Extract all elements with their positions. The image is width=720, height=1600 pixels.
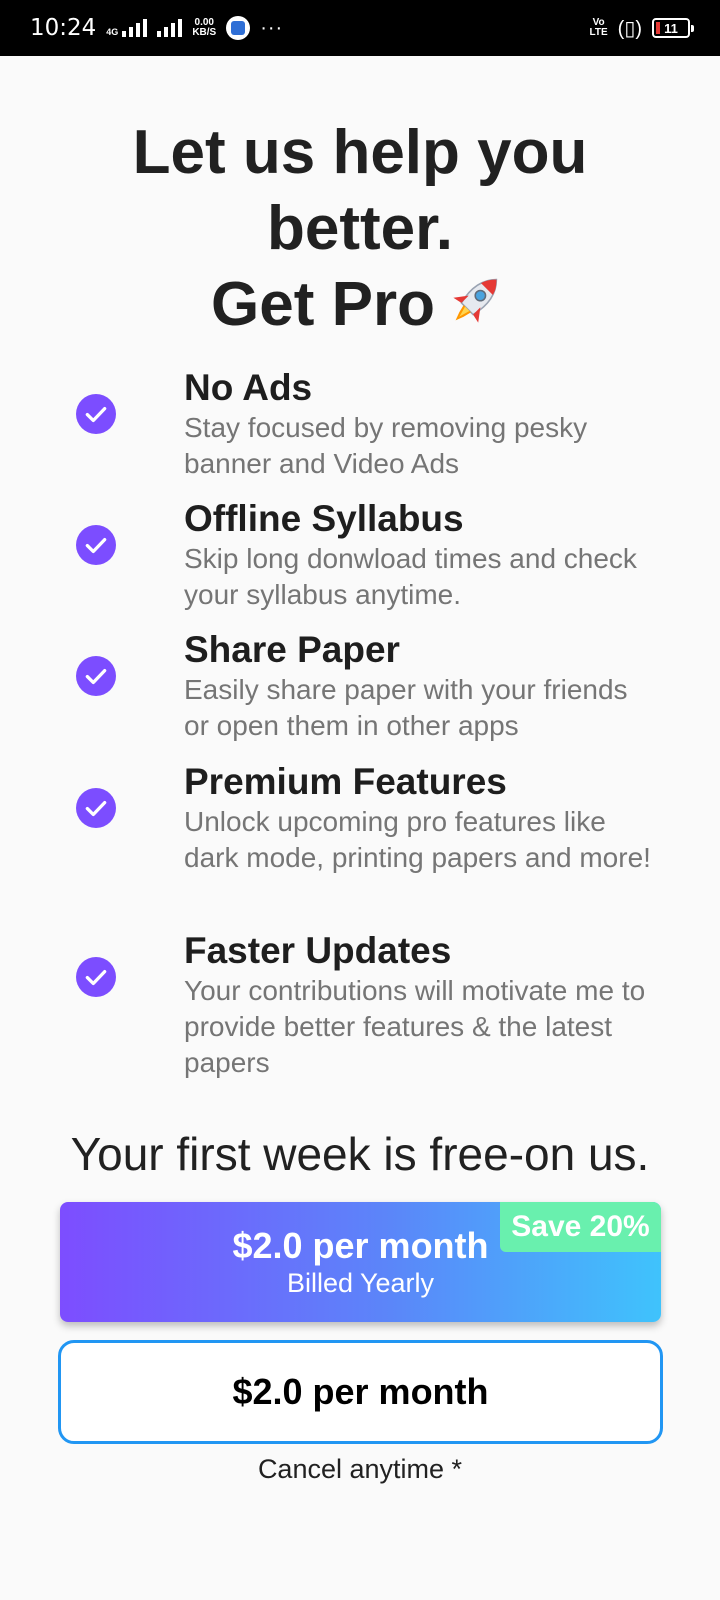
title-line-2: better.: [266, 194, 454, 263]
network-speed: 0.00 KB/S: [192, 17, 217, 38]
check-circle-icon: [76, 656, 116, 696]
feature-description: Stay focused by removing pesky banner an…: [184, 412, 588, 479]
feature-description: Unlock upcoming pro features like dark m…: [184, 806, 651, 873]
feature-title: No Ads: [184, 367, 313, 408]
check-circle-icon: [76, 957, 116, 997]
battery-icon: 11: [652, 18, 694, 38]
free-trial-text: Your first week is free-on us.: [70, 1128, 650, 1180]
feature-description: Skip long donwload times and check your …: [184, 543, 637, 610]
status-bar-right: Vo LTE (▯) 11: [589, 16, 694, 41]
page-title: Let us help you better. Get Pro: [0, 115, 720, 343]
feature-title: Offline Syllabus: [184, 498, 464, 539]
network-type: 4G: [106, 27, 119, 37]
check-circle-icon: [76, 525, 116, 565]
monthly-plan-button[interactable]: $2.0 per month: [58, 1340, 663, 1444]
signal-2-icon: [157, 19, 183, 37]
signal-1-icon: 4G: [106, 19, 148, 37]
feature-title: Faster Updates: [184, 930, 452, 971]
status-bar-left: 10:24 4G 0.00 KB/S ···: [30, 15, 283, 41]
title-line-3: Get Pro: [0, 267, 720, 343]
status-bar: 10:24 4G 0.00 KB/S ··· Vo LTE (▯) 11: [0, 0, 720, 56]
yearly-plan-billing: Billed Yearly: [286, 1268, 435, 1298]
feature-title: Share Paper: [184, 629, 400, 670]
check-circle-icon: [76, 394, 116, 434]
check-circle-icon: [76, 788, 116, 828]
feature-description: Easily share paper with your friends or …: [184, 674, 628, 741]
monthly-plan-price: $2.0 per month: [232, 1371, 489, 1412]
title-line-1: Let us help you: [132, 118, 588, 187]
save-badge: Save 20%: [500, 1202, 661, 1252]
rocket-icon: [453, 278, 498, 323]
cancel-anytime-text: Cancel anytime *: [257, 1454, 463, 1484]
yearly-plan-button[interactable]: $2.0 per month Billed Yearly Save 20%: [60, 1202, 661, 1322]
feature-description: Your contributions will motivate me to p…: [184, 975, 646, 1078]
calendar-notification-icon: [226, 16, 251, 40]
vibrate-icon: (▯): [617, 17, 642, 40]
clock: 10:24: [30, 15, 97, 41]
feature-title: Premium Features: [184, 761, 507, 802]
more-notifications-icon: ···: [260, 16, 284, 39]
volte-icon: Vo LTE: [589, 17, 608, 38]
battery-level: 11: [664, 20, 678, 36]
